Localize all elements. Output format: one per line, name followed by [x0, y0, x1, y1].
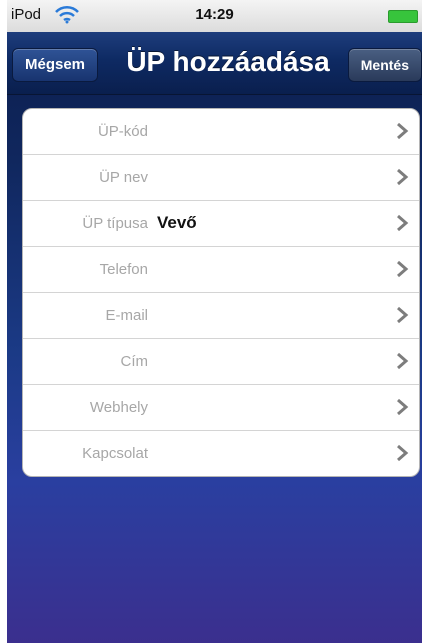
row-telefon[interactable]: Telefon [23, 247, 419, 293]
battery-icon [388, 10, 418, 23]
row-label: Kapcsolat [82, 445, 148, 462]
cancel-button[interactable]: Mégsem [12, 48, 99, 82]
row-label: ÜP-kód [97, 123, 148, 140]
chevron-right-icon [397, 352, 409, 370]
row-label: Cím [120, 353, 149, 370]
row-label: Telefon [99, 261, 148, 278]
page-title: ÜP hozzáadása [126, 46, 330, 77]
row-label: ÜP nev [99, 169, 148, 186]
chevron-right-icon [397, 398, 409, 416]
chevron-right-icon [397, 214, 409, 232]
row-up-kod[interactable]: ÜP-kód [23, 109, 419, 155]
navigation-bar: Mégsem ÜP hozzáadása Mentés [7, 32, 422, 95]
form-table: ÜP-kód ÜP nev ÜP típusa Vevő Telefon E-m… [22, 108, 420, 477]
chevron-right-icon [397, 444, 409, 462]
row-label: ÜP típusa [82, 215, 148, 232]
row-kapcsolat[interactable]: Kapcsolat [23, 431, 419, 476]
row-email[interactable]: E-mail [23, 293, 419, 339]
app-screen: iPod 14:29 Mégsem ÜP hozzáadása Mentés Ü… [7, 0, 422, 643]
row-webhely[interactable]: Webhely [23, 385, 419, 431]
row-label: E-mail [105, 307, 148, 324]
chevron-right-icon [397, 306, 409, 324]
status-time: 14:29 [195, 6, 234, 23]
chevron-right-icon [397, 260, 409, 278]
chevron-right-icon [397, 122, 409, 140]
chevron-right-icon [397, 168, 409, 186]
status-bar: iPod 14:29 [7, 0, 422, 32]
row-cim[interactable]: Cím [23, 339, 419, 385]
save-button[interactable]: Mentés [347, 48, 422, 82]
row-value: Vevő [157, 213, 197, 232]
row-up-tipusa[interactable]: ÜP típusa Vevő [23, 201, 419, 247]
row-label: Webhely [89, 399, 148, 416]
row-up-nev[interactable]: ÜP nev [23, 155, 419, 201]
